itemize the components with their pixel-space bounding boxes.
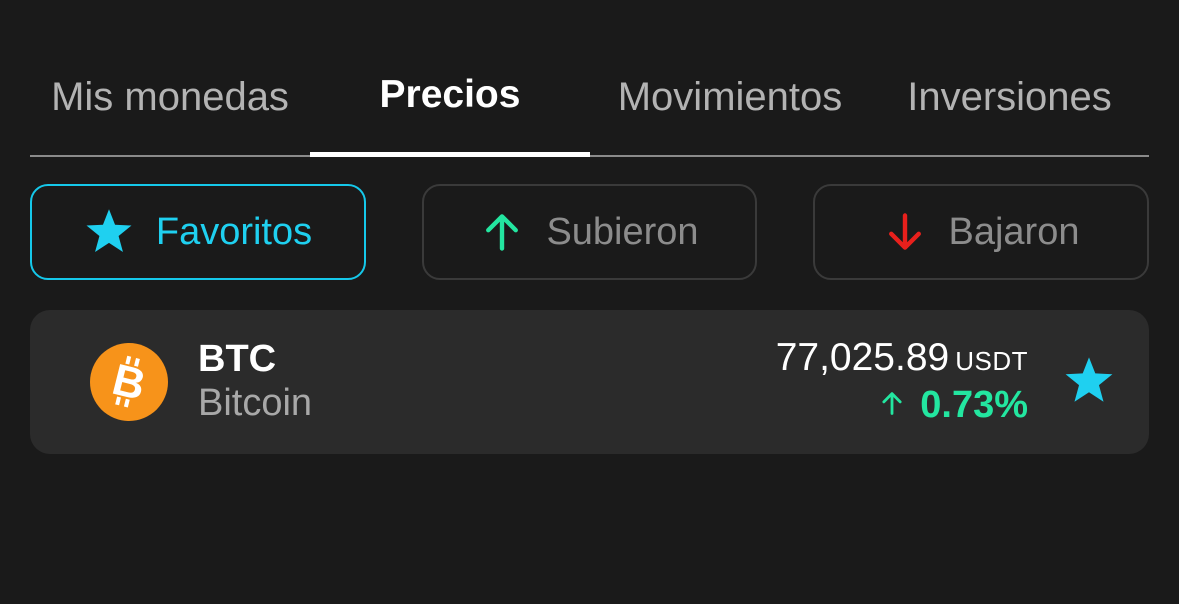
- filter-bajaron-button[interactable]: Bajaron: [813, 184, 1149, 280]
- favorite-star-icon[interactable]: [1063, 355, 1115, 407]
- arrow-up-icon: [480, 210, 524, 254]
- tab-movimientos[interactable]: Movimientos: [590, 40, 870, 155]
- filter-bajaron-label: Bajaron: [948, 210, 1080, 253]
- filter-favoritos-label: Favoritos: [155, 210, 313, 253]
- prices-screen: Mis monedas Precios Movimientos Inversio…: [0, 0, 1179, 604]
- coin-name: Bitcoin: [198, 382, 313, 424]
- tab-bar: Mis monedas Precios Movimientos Inversio…: [30, 40, 1149, 157]
- tab-inversiones[interactable]: Inversiones: [870, 40, 1149, 155]
- bitcoin-icon: B: [90, 343, 168, 421]
- filter-subieron-label: Subieron: [546, 210, 699, 253]
- filter-favoritos-button[interactable]: Favoritos: [30, 184, 366, 280]
- price-unit: USDT: [955, 346, 1028, 376]
- change-percent: 0.73%: [920, 384, 1028, 426]
- coin-row-btc[interactable]: B BTC Bitcoin 77,025.89 USDT 0.73%: [30, 310, 1149, 454]
- arrow-down-icon: [883, 210, 927, 254]
- tab-mis-monedas[interactable]: Mis monedas: [30, 40, 310, 155]
- coin-symbol: BTC: [198, 338, 277, 380]
- price-block: 77,025.89 USDT 0.73%: [776, 336, 1028, 427]
- star-icon: [84, 208, 134, 256]
- coin-price: 77,025.89: [775, 336, 950, 379]
- change-up-arrow-icon: [878, 384, 906, 427]
- tab-precios[interactable]: Precios: [310, 40, 590, 155]
- filter-subieron-button[interactable]: Subieron: [422, 184, 757, 280]
- price-change: 0.73%: [776, 384, 1028, 427]
- active-tab-indicator: [310, 152, 590, 157]
